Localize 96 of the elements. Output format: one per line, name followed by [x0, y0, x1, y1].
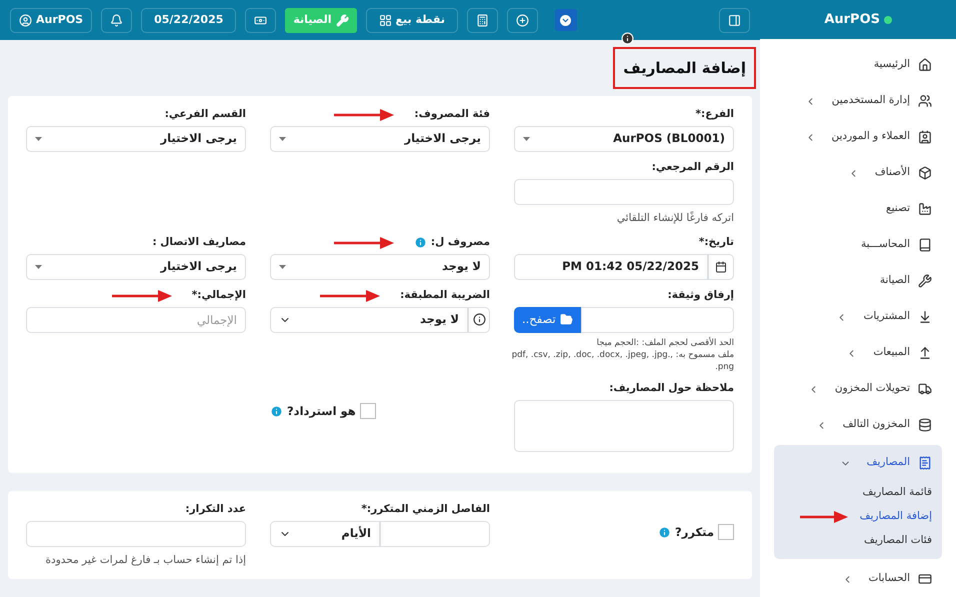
calculator-button[interactable]	[466, 8, 498, 32]
input-field[interactable]	[26, 520, 246, 547]
calculator-icon	[476, 14, 489, 26]
hint-text: اتركه فارغًا للإنشاء التلقائي	[616, 211, 734, 226]
sidebar-item[interactable]: المشتريات	[774, 299, 942, 335]
caret-icon	[279, 137, 286, 141]
field-label: فئة المصروف:	[414, 107, 490, 122]
input-field[interactable]: الإجمالي	[26, 306, 246, 333]
sidebar-item[interactable]: الصيانة	[774, 263, 942, 299]
card-icon	[918, 572, 932, 586]
sidebar-item[interactable]: المصاريف	[774, 445, 942, 481]
field-label: القسم الفرعي:	[164, 107, 246, 122]
checkbox-label: هو استرداد?	[287, 402, 356, 420]
input-field[interactable]	[380, 520, 490, 547]
notifications-button[interactable]	[101, 8, 132, 32]
select-field[interactable]: يرجى الاختيار	[270, 126, 490, 152]
field-label: الضريبة المطبقة:	[400, 288, 490, 303]
banknote-icon	[254, 14, 268, 26]
sidebar-item[interactable]: الرئيسية	[774, 47, 942, 83]
submenu-item[interactable]: فئات المصاريف	[864, 533, 932, 549]
user-button[interactable]: AurPOS	[10, 8, 92, 32]
wrench-icon	[918, 274, 932, 288]
checkbox[interactable]	[718, 524, 734, 540]
checkbox[interactable]	[360, 403, 376, 420]
field-label: الرقم المرجعي:	[652, 160, 734, 176]
file-field[interactable]	[580, 306, 734, 333]
info-icon	[621, 32, 634, 45]
folder-icon	[560, 313, 573, 326]
field-label: الفاصل الزمني المتكرر:*	[361, 502, 490, 517]
panel-icon	[728, 14, 741, 26]
contact-card-icon	[918, 130, 932, 144]
select-field[interactable]: الأيام	[270, 520, 380, 547]
field-label: إرفاق وثيقة:	[668, 288, 734, 303]
hint-text: إذا تم إنشاء حساب بـ فارغ لمرات غير محدودة	[44, 552, 246, 568]
book-icon	[918, 238, 932, 252]
caret-icon	[35, 264, 42, 269]
grid-icon	[378, 14, 392, 26]
field-label: عدد التكرار:	[185, 502, 246, 517]
factory-icon	[918, 202, 932, 216]
caret-icon	[523, 137, 530, 141]
checkbox-label: متكرر?	[675, 524, 714, 541]
upload-icon	[918, 346, 932, 360]
brand-name: AurPOS	[824, 10, 880, 29]
field-label: مصاريف الاتصال :	[152, 234, 246, 250]
sidebar-item[interactable]: إدارة المستخدمين	[774, 83, 942, 119]
field-label: الإجمالي:*	[192, 288, 246, 303]
date-button[interactable]: 05/22/2025	[141, 8, 236, 32]
calendar-icon	[715, 260, 727, 273]
sidebar-item[interactable]: المبيعات	[774, 335, 942, 371]
house-icon	[918, 58, 932, 72]
database-icon	[918, 418, 932, 432]
sidebar-item[interactable]: المخزون التالف	[774, 407, 942, 443]
sidebar-item[interactable]: تصنيع	[774, 191, 942, 227]
info-icon	[472, 313, 486, 326]
caret-icon	[35, 137, 42, 141]
field-label: ملاحظة حول المصاريف:	[609, 380, 734, 396]
date-field[interactable]: PM 01:42 05/22/2025	[514, 254, 708, 280]
select-field[interactable]: يرجى الاختيار	[26, 126, 246, 152]
download-icon	[918, 310, 932, 324]
bell-icon	[110, 14, 124, 26]
box-icon	[918, 166, 932, 180]
textarea-field[interactable]	[514, 400, 734, 452]
sidebar-item[interactable]: الحسابات	[774, 561, 942, 597]
submenu-item[interactable]: إضافة المصاريف	[860, 509, 932, 525]
dropdown-button[interactable]	[554, 9, 577, 31]
sidebar-item[interactable]: تحويلات المخزون	[774, 371, 942, 407]
cash-button[interactable]	[245, 8, 276, 32]
field-label: مصروف ل:	[430, 234, 490, 250]
user-icon	[19, 14, 32, 26]
field-label: الفرع:*	[696, 107, 734, 122]
sidebar-item[interactable]: العملاء و الموردين	[774, 119, 942, 155]
truck-icon	[918, 382, 932, 396]
select-field[interactable]: AurPOS (BL0001)	[514, 126, 734, 152]
calendar-button[interactable]	[708, 254, 734, 280]
pos-button[interactable]: نقطة بيع	[366, 8, 458, 32]
field-label: تاريخ:*	[698, 234, 734, 250]
select-field[interactable]: يرجى الاختيار	[26, 254, 246, 280]
hint-text: ملف مسموح به: ,.pdf, .csv, .zip, .doc, .docx, .jpeg, .jpg	[514, 348, 734, 361]
hint-text: png.	[714, 360, 734, 373]
add-button[interactable]	[506, 8, 538, 32]
hint-text: الحد الأقصى لحجم الملف: :الحجم ميجا	[596, 336, 734, 349]
browse-button[interactable]: تصفح..	[514, 306, 581, 333]
select-field[interactable]: لا يوجد	[270, 306, 468, 333]
input-field[interactable]	[514, 179, 734, 205]
info-button[interactable]	[468, 306, 490, 333]
page-title: إضافة المصاريف	[613, 46, 756, 90]
caret-icon	[279, 264, 286, 269]
sidebar-item[interactable]: المحاســـبة	[774, 227, 942, 263]
select-field[interactable]: لا يوجد	[270, 254, 490, 280]
sidebar-toggle-button[interactable]	[719, 8, 750, 32]
plus-icon	[516, 14, 529, 26]
wrench-icon	[336, 14, 349, 26]
sidebar-item[interactable]: الأصناف	[774, 155, 942, 191]
receipt-icon	[918, 456, 932, 470]
submenu-item[interactable]: قائمة المصاريف	[862, 485, 932, 501]
users-icon	[918, 94, 932, 108]
